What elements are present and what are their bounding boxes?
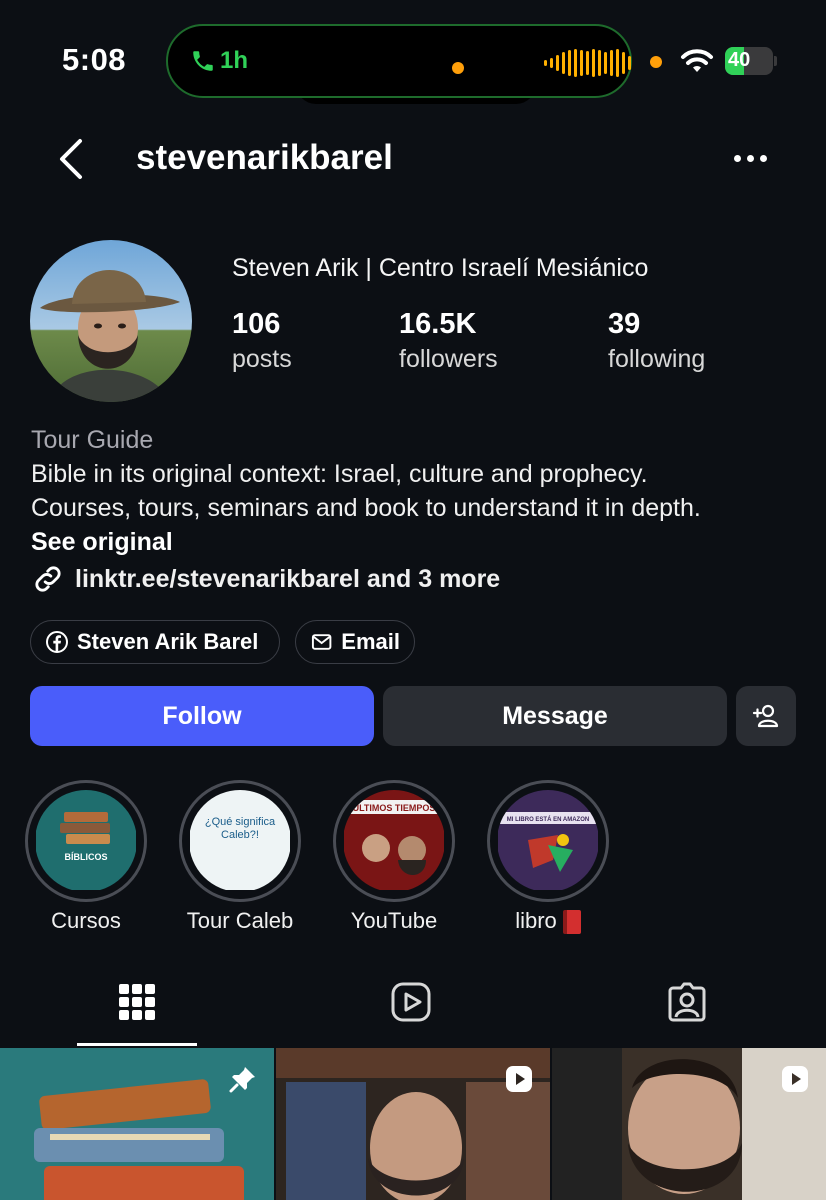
- profile-category: Tour Guide: [31, 426, 154, 454]
- add-person-icon: [752, 704, 779, 728]
- play-icon: [391, 982, 431, 1022]
- suggested-accounts-button[interactable]: [736, 686, 796, 746]
- status-bar: 5:08 1h 40: [0, 0, 826, 110]
- tab-tagged[interactable]: [627, 980, 747, 1046]
- bio-line: Courses, tours, seminars and book to und…: [31, 494, 701, 522]
- tagged-person-icon: [668, 982, 706, 1022]
- grid-post[interactable]: [0, 1048, 274, 1200]
- tab-reels[interactable]: [351, 980, 471, 1046]
- highlight-cover: BÍBLICOS: [35, 790, 137, 892]
- wifi-icon: [681, 49, 713, 72]
- reel-badge-icon: [506, 1066, 532, 1092]
- stat-posts[interactable]: 106 posts: [232, 308, 292, 374]
- highlight-label: YouTube: [350, 908, 438, 933]
- grid-icon: [119, 984, 155, 1020]
- highlight-cover: MI LIBRO ESTÁ EN AMAZON: [497, 790, 599, 892]
- grid-post[interactable]: [276, 1048, 550, 1200]
- more-options-icon[interactable]: [734, 146, 774, 170]
- phone-icon: [193, 51, 213, 71]
- camera-indicator-dot: [452, 62, 464, 74]
- link-icon: [35, 566, 61, 592]
- bio-line: Bible in its original context: Israel, c…: [31, 460, 648, 488]
- highlight-tour-caleb[interactable]: ¿Qué significa Caleb?! Tour Caleb: [179, 780, 301, 934]
- facebook-chip-label: Steven Arik Barel: [77, 629, 259, 654]
- battery-percent: 40: [728, 49, 751, 71]
- dynamic-island-call[interactable]: 1h: [166, 24, 632, 98]
- highlight-cover-text: ÚLTIMOS TIEMPOS: [353, 802, 436, 813]
- stat-followers-value: 16.5K: [399, 308, 477, 340]
- stat-followers-label: followers: [399, 345, 498, 373]
- facebook-icon: [46, 631, 68, 653]
- highlight-cover-text: MI LIBRO ESTÁ EN AMAZON: [507, 816, 589, 823]
- grid-post[interactable]: [552, 1048, 826, 1200]
- stat-posts-label: posts: [232, 345, 292, 373]
- envelope-icon: [311, 634, 332, 650]
- facebook-chip[interactable]: Steven Arik Barel: [30, 620, 280, 664]
- active-tab-indicator: [77, 1043, 197, 1046]
- email-chip[interactable]: Email: [295, 620, 415, 664]
- stat-following-value: 39: [608, 308, 641, 340]
- stat-following-label: following: [608, 345, 706, 373]
- stat-following[interactable]: 39 following: [608, 308, 705, 374]
- status-time: 5:08: [62, 42, 127, 77]
- highlight-cover: ÚLTIMOS TIEMPOS: [343, 790, 445, 892]
- highlight-cover: ¿Qué significa Caleb?!: [189, 790, 291, 892]
- back-chevron-icon[interactable]: [52, 136, 92, 182]
- highlight-cursos[interactable]: BÍBLICOS Cursos: [25, 780, 147, 934]
- see-original-link[interactable]: See original: [31, 528, 173, 557]
- reel-badge-icon: [782, 1066, 808, 1092]
- follow-button[interactable]: Follow: [30, 686, 374, 746]
- highlight-label: libro: [487, 908, 609, 935]
- email-chip-label: Email: [341, 629, 400, 654]
- bio-link[interactable]: linktr.ee/stevenarikbarel and 3 more: [31, 562, 500, 596]
- bio-link-text: linktr.ee/stevenarikbarel and 3 more: [75, 564, 501, 593]
- highlight-label: Cursos: [51, 908, 121, 933]
- profile-avatar[interactable]: [30, 240, 192, 402]
- message-button[interactable]: Message: [383, 686, 727, 746]
- pin-icon: [229, 1067, 255, 1093]
- highlight-label-text: libro: [515, 908, 557, 933]
- highlight-label: Tour Caleb: [186, 908, 294, 933]
- audio-waveform-icon: [544, 48, 631, 78]
- profile-display-name: Steven Arik | Centro Israelí Mesiánico: [232, 254, 649, 282]
- call-duration: 1h: [220, 47, 249, 74]
- battery-indicator: 40: [725, 47, 777, 75]
- highlight-cover-text: BÍBLICOS: [64, 852, 107, 862]
- stat-followers[interactable]: 16.5K followers: [399, 308, 498, 374]
- highlight-youtube[interactable]: ÚLTIMOS TIEMPOS YouTube: [333, 780, 455, 934]
- stat-posts-value: 106: [232, 308, 281, 340]
- recording-indicator-dot: [650, 56, 662, 68]
- profile-username: stevenarikbarel: [136, 138, 393, 177]
- tab-posts-grid[interactable]: [77, 980, 197, 1046]
- book-icon: [562, 910, 581, 935]
- highlight-cover-text: ¿Qué significa Caleb?!: [204, 816, 276, 841]
- highlight-libro[interactable]: MI LIBRO ESTÁ EN AMAZON libro: [487, 780, 609, 935]
